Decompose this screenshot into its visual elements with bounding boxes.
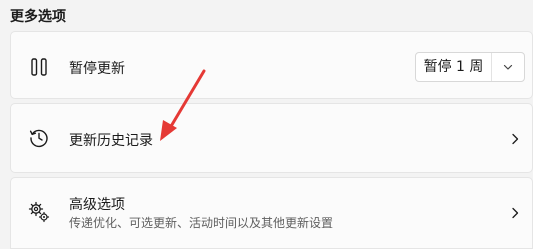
advanced-options-row[interactable]: 高级选项 传递优化、可选更新、活动时间以及其他更新设置 [10, 177, 533, 249]
chevron-right-icon [508, 131, 522, 145]
update-history-label: 更新历史记录 [69, 133, 153, 149]
chevron-down-icon[interactable] [492, 53, 524, 81]
pause-icon [27, 55, 51, 79]
advanced-options-label: 高级选项 [69, 197, 125, 213]
pause-updates-row: 暂停更新 暂停 1 周 [10, 31, 533, 99]
pause-duration-value[interactable]: 暂停 1 周 [416, 53, 492, 81]
pause-duration-dropdown[interactable]: 暂停 1 周 [415, 52, 525, 82]
gears-icon [27, 200, 51, 224]
update-history-row[interactable]: 更新历史记录 [10, 103, 533, 173]
section-title: 更多选项 [10, 9, 66, 25]
pause-updates-label: 暂停更新 [69, 61, 125, 77]
advanced-options-description: 传递优化、可选更新、活动时间以及其他更新设置 [69, 216, 334, 230]
history-icon [27, 126, 51, 150]
chevron-right-icon [508, 205, 522, 219]
